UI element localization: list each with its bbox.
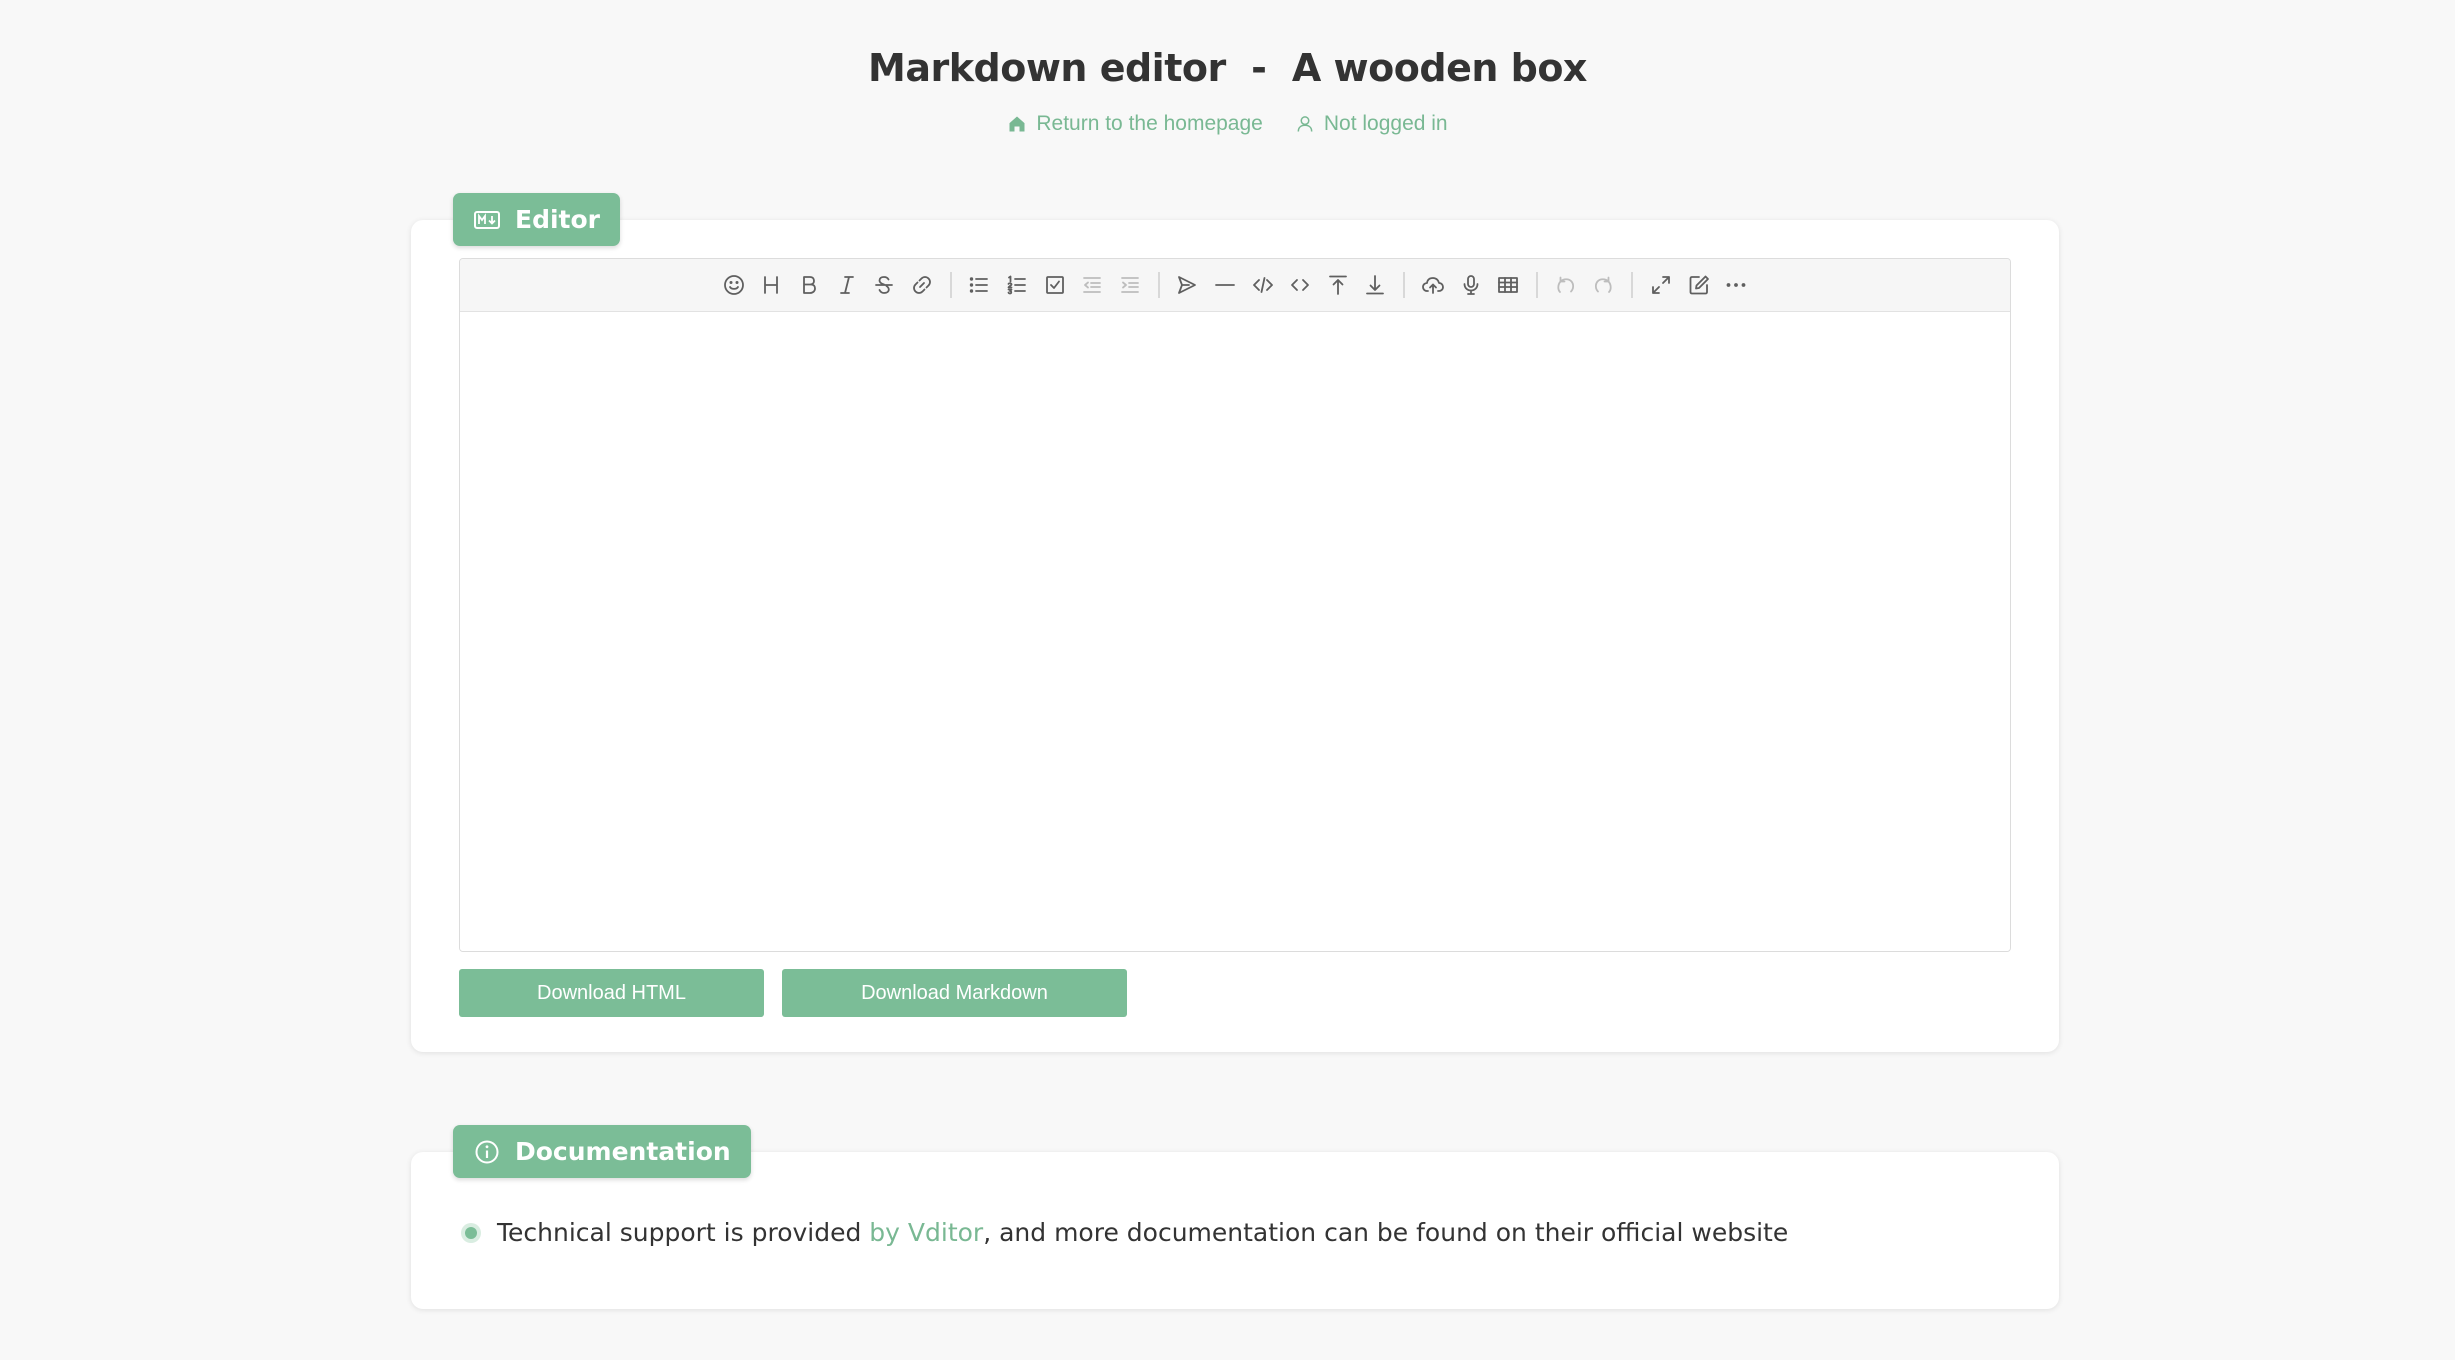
heading-icon xyxy=(764,276,779,294)
vditor-link[interactable]: by Vditor xyxy=(869,1218,983,1247)
undo-icon xyxy=(1557,276,1574,293)
documentation-tab: Documentation xyxy=(453,1125,751,1178)
home-icon xyxy=(1009,116,1025,132)
italic-icon xyxy=(839,276,854,294)
insert-before-icon xyxy=(1328,275,1347,295)
table-icon xyxy=(1498,277,1519,293)
edit-mode-button[interactable] xyxy=(1680,267,1718,303)
fullscreen-button[interactable] xyxy=(1642,267,1680,303)
checkbox-icon xyxy=(1045,276,1064,294)
indent-icon xyxy=(1120,277,1139,293)
record-button[interactable] xyxy=(1452,267,1490,303)
redo-button[interactable] xyxy=(1585,267,1623,303)
login-link-label: Not logged in xyxy=(1323,112,1448,135)
numbered-list-icon xyxy=(1007,275,1026,295)
editor-tab: Editor xyxy=(453,193,620,246)
documentation-text-before: Technical support is provided xyxy=(497,1218,870,1247)
toolbar-divider xyxy=(1157,272,1160,298)
toolbar-divider xyxy=(1403,272,1406,298)
markdown-icon xyxy=(474,210,500,229)
insert-after-button[interactable] xyxy=(1357,267,1395,303)
code-block-icon xyxy=(1252,277,1273,293)
redo-icon xyxy=(1595,276,1612,293)
toolbar-divider xyxy=(1535,272,1538,298)
download-markdown-button[interactable]: Download Markdown xyxy=(782,969,1127,1017)
page-title: Markdown editor - A wooden box xyxy=(868,46,1587,90)
strikethrough-icon xyxy=(875,276,894,294)
link-button[interactable] xyxy=(903,267,941,303)
info-icon xyxy=(475,1140,499,1163)
download-actions: Download HTML Download Markdown xyxy=(459,969,1127,1017)
bulleted-list-icon xyxy=(970,277,989,293)
download-html-button[interactable]: Download HTML xyxy=(459,969,764,1017)
documentation-tab-label: Documentation xyxy=(515,1137,731,1166)
strike-button[interactable] xyxy=(865,267,903,303)
toolbar-divider xyxy=(949,272,952,298)
outdent-button[interactable] xyxy=(1073,267,1111,303)
page-header: Markdown editor - A wooden box Return to… xyxy=(0,46,2455,136)
italic-button[interactable] xyxy=(828,267,866,303)
editor-textarea[interactable] xyxy=(460,312,2010,951)
more-button[interactable] xyxy=(1717,267,1755,303)
undo-button[interactable] xyxy=(1547,267,1585,303)
indent-button[interactable] xyxy=(1111,267,1149,303)
link-icon xyxy=(912,276,931,294)
documentation-card: Documentation Technical support is provi… xyxy=(411,1125,2059,1309)
documentation-item: Technical support is provided by Vditor,… xyxy=(465,1218,1788,1247)
editor-tab-label: Editor xyxy=(515,205,600,234)
quote-button[interactable] xyxy=(1169,267,1207,303)
bold-button[interactable] xyxy=(790,267,828,303)
list-button[interactable] xyxy=(961,267,999,303)
login-link[interactable]: Not logged in xyxy=(1295,112,1448,136)
markdown-editor xyxy=(459,258,2011,952)
editor-toolbar xyxy=(460,259,2010,312)
more-icon xyxy=(1726,283,1746,287)
line-button[interactable] xyxy=(1206,267,1244,303)
header-links: Return to the homepage Not logged in xyxy=(0,112,2455,136)
headings-button[interactable] xyxy=(753,267,791,303)
inline-code-button[interactable] xyxy=(1281,267,1319,303)
edit-icon xyxy=(1689,275,1709,295)
home-link-label: Return to the homepage xyxy=(1036,112,1263,135)
table-button[interactable] xyxy=(1489,267,1527,303)
editor-card: Editor Download HTML Download Markdown xyxy=(411,193,2059,1052)
code-block-button[interactable] xyxy=(1244,267,1282,303)
microphone-icon xyxy=(1463,275,1478,295)
horizontal-line-icon xyxy=(1215,284,1235,286)
user-icon xyxy=(1297,116,1313,132)
emoji-icon xyxy=(723,275,744,295)
quote-icon xyxy=(1178,276,1197,294)
fullscreen-icon xyxy=(1652,276,1670,294)
inline-code-icon xyxy=(1291,279,1310,291)
documentation-text: Technical support is provided by Vditor,… xyxy=(497,1218,1788,1247)
documentation-text-after: , and more documentation can be found on… xyxy=(983,1218,1789,1247)
outdent-icon xyxy=(1083,277,1102,293)
bullet-dot xyxy=(465,1226,477,1239)
cloud-upload-icon xyxy=(1422,277,1444,294)
bold-icon xyxy=(803,276,816,294)
emoji-button[interactable] xyxy=(715,267,753,303)
home-link[interactable]: Return to the homepage xyxy=(1007,112,1263,136)
ordered-list-button[interactable] xyxy=(998,267,1036,303)
insert-before-button[interactable] xyxy=(1319,267,1357,303)
upload-button[interactable] xyxy=(1414,267,1452,303)
check-button[interactable] xyxy=(1036,267,1074,303)
toolbar-divider xyxy=(1631,272,1634,298)
insert-after-icon xyxy=(1366,275,1385,295)
